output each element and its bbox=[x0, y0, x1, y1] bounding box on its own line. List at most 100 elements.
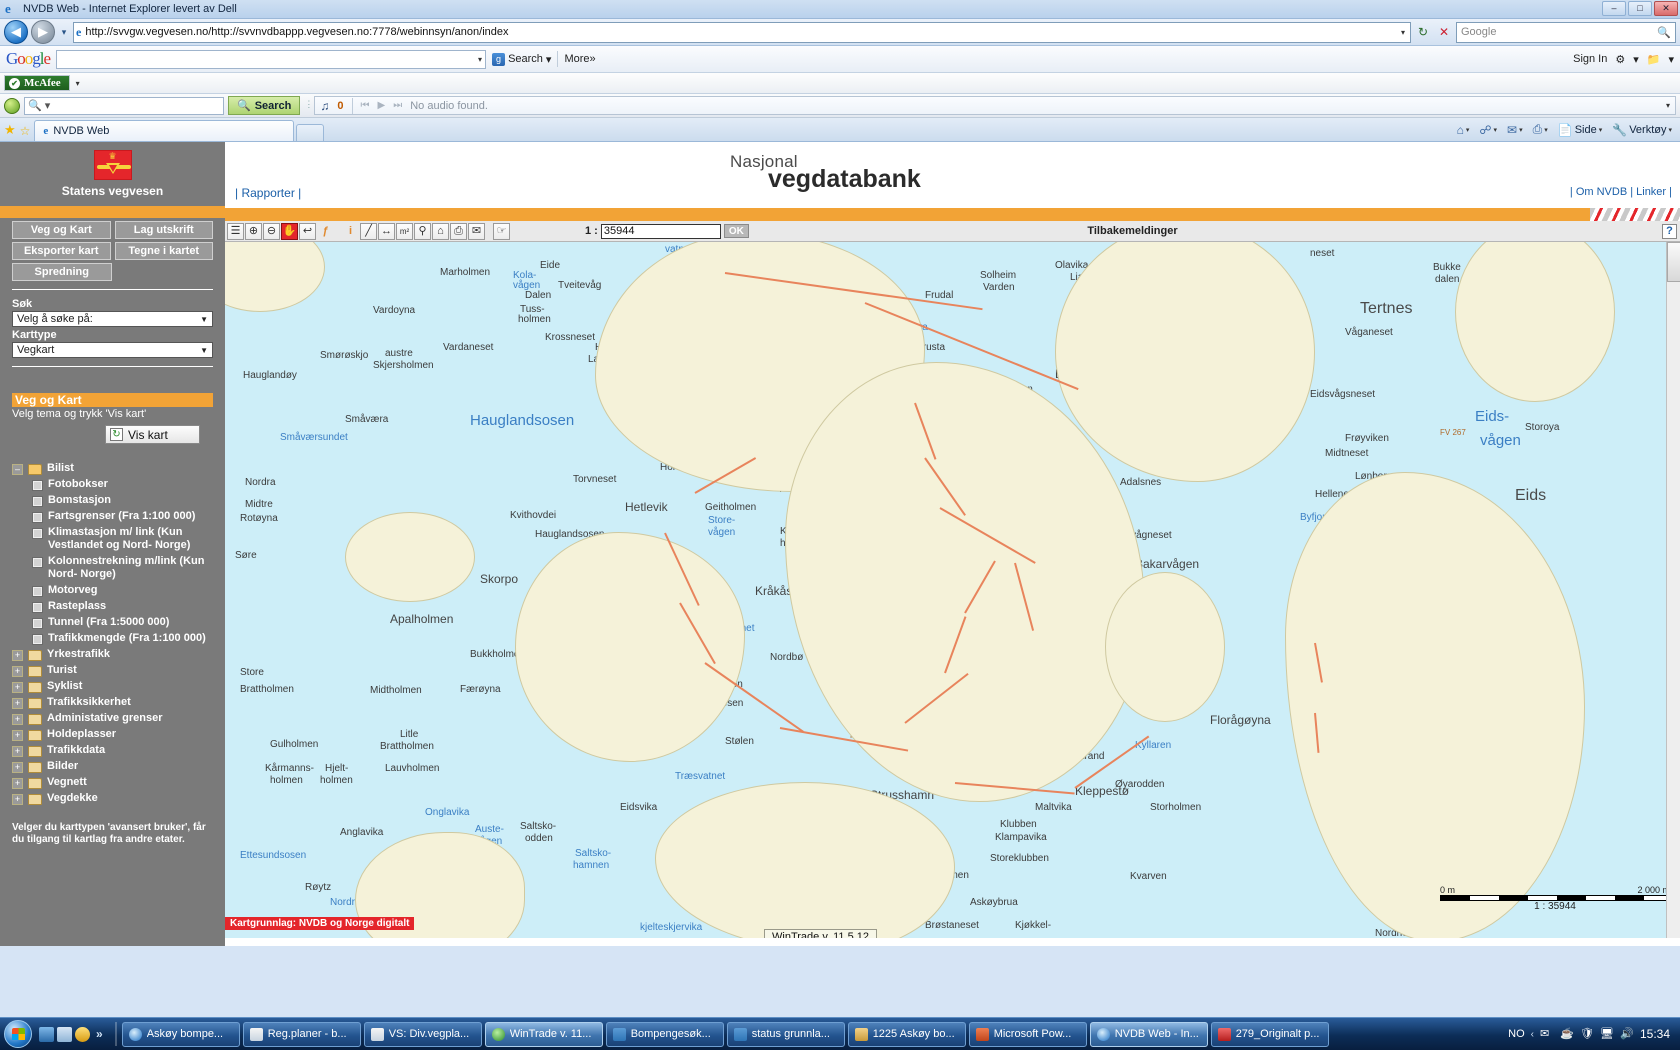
tree-expander-icon[interactable]: + bbox=[12, 762, 23, 773]
stop-button[interactable]: ✕ bbox=[1435, 22, 1453, 42]
chevron-down-icon[interactable]: ▾ bbox=[1494, 126, 1498, 134]
tree-expander-icon[interactable]: + bbox=[12, 698, 23, 709]
mail-tray-icon[interactable]: ✉ bbox=[1540, 1027, 1554, 1041]
header-links[interactable]: | Om NVDB | Linker | bbox=[1570, 186, 1672, 198]
pan-icon[interactable]: ✋ bbox=[281, 222, 298, 240]
google-extra-icon[interactable]: 📁 bbox=[1647, 53, 1661, 66]
taskbar-item[interactable]: Reg.planer - b... bbox=[242, 1021, 361, 1047]
taskbar-item[interactable]: Askøy bompe... bbox=[121, 1021, 240, 1047]
layer-checkbox[interactable] bbox=[32, 634, 43, 645]
draw-line-icon[interactable]: ╱ bbox=[360, 222, 377, 240]
java-tray-icon[interactable]: ☕ bbox=[1560, 1027, 1574, 1041]
mail-icon[interactable]: ✉ bbox=[468, 222, 485, 240]
home-icon[interactable]: ⌂ bbox=[432, 222, 449, 240]
chevron-down-icon[interactable]: ▾ bbox=[1599, 126, 1603, 134]
quicklaunch-icon-1[interactable] bbox=[39, 1026, 54, 1042]
gear-icon[interactable]: ⚙ bbox=[1615, 53, 1625, 66]
mcafee-logo-button[interactable]: ✔ McAfee bbox=[4, 75, 70, 91]
close-button[interactable]: ✕ bbox=[1654, 1, 1678, 16]
start-button[interactable] bbox=[4, 1020, 32, 1048]
rapporter-link[interactable]: | Rapporter | bbox=[235, 186, 301, 200]
back-extent-icon[interactable]: ↩ bbox=[299, 222, 316, 240]
next-track-icon[interactable]: ⏭ bbox=[393, 100, 402, 111]
quicklaunch-overflow-icon[interactable]: » bbox=[93, 1027, 106, 1041]
back-button[interactable]: ◀ bbox=[4, 20, 28, 44]
tree-item-yrkestrafikk[interactable]: + Yrkestrafikk bbox=[12, 648, 221, 661]
map-canvas[interactable]: StengataVåganesettornaTertnesÅstveitvika… bbox=[225, 242, 1680, 938]
forward-button[interactable]: ▶ bbox=[31, 20, 55, 44]
lag-utskrift-button[interactable]: Lag utskrift bbox=[114, 221, 213, 239]
tree-item-vegdekke[interactable]: + Vegdekke bbox=[12, 792, 221, 805]
quicklaunch-icon-3[interactable] bbox=[75, 1026, 90, 1042]
tree-item-bomstasjon[interactable]: Bomstasjon bbox=[32, 494, 221, 507]
search-icon[interactable]: 🔍 bbox=[1657, 26, 1671, 39]
chevron-down-icon[interactable]: ▾ bbox=[1544, 126, 1548, 134]
sign-in-button[interactable]: Sign In bbox=[1573, 53, 1607, 65]
chevron-down-icon[interactable]: ▾ bbox=[1519, 126, 1523, 134]
tree-item-klimastasjon-m-link-kun-vestlandet-og-nord-norge[interactable]: Klimastasjon m/ link (Kun Vestlandet og … bbox=[32, 526, 221, 552]
feedback-label[interactable]: Tilbakemeldinger bbox=[1087, 225, 1177, 237]
toolbar-search-button[interactable]: 🔍 Search bbox=[228, 96, 301, 115]
taskbar-item[interactable]: NVDB Web - In... bbox=[1089, 1021, 1208, 1047]
search-select[interactable]: Velg å søke på: ▼ bbox=[12, 311, 213, 327]
chevron-down-icon[interactable]: ▾ bbox=[1466, 126, 1470, 134]
google-search-input[interactable]: ▾ bbox=[56, 49, 487, 69]
browser-search-input[interactable]: Google 🔍 bbox=[1456, 21, 1676, 43]
favorites-icon[interactable]: ★ bbox=[4, 122, 16, 138]
layer-checkbox[interactable] bbox=[32, 602, 43, 613]
tree-expander-icon[interactable]: + bbox=[12, 794, 23, 805]
tree-expander-icon[interactable]: + bbox=[12, 714, 23, 725]
taskbar-item[interactable]: 1225 Askøy bo... bbox=[847, 1021, 966, 1047]
taskbar-item[interactable]: status grunnla... bbox=[726, 1021, 845, 1047]
taskbar-item[interactable]: 279_Originalt p... bbox=[1210, 1021, 1329, 1047]
toolbar-orb-icon[interactable] bbox=[4, 97, 20, 114]
spredning-button[interactable]: Spredning bbox=[12, 263, 112, 281]
chevron-down-icon[interactable]: ▼ bbox=[200, 346, 208, 355]
zoom-in-icon[interactable]: ⊕ bbox=[245, 222, 262, 240]
volume-tray-icon[interactable]: 🔊 bbox=[1620, 1027, 1634, 1041]
tools-menu-button[interactable]: 🔧 Verktøy ▾ bbox=[1608, 120, 1676, 139]
refresh-button[interactable]: ↻ bbox=[1414, 22, 1432, 42]
language-indicator[interactable]: NO bbox=[1508, 1028, 1525, 1040]
scale-ok-button[interactable]: OK bbox=[723, 224, 749, 238]
minimize-button[interactable]: – bbox=[1602, 1, 1626, 16]
url-dropdown-icon[interactable]: ▾ bbox=[1398, 28, 1408, 37]
scrollbar-thumb[interactable] bbox=[1667, 242, 1680, 282]
taskbar-clock[interactable]: 15:34 bbox=[1640, 1027, 1670, 1041]
chevron-down-icon[interactable]: ▾ bbox=[1668, 126, 1672, 134]
map-scrollbar-vertical[interactable] bbox=[1666, 242, 1680, 938]
taskbar-item[interactable]: Microsoft Pow... bbox=[968, 1021, 1087, 1047]
veg-og-kart-button[interactable]: Veg og Kart bbox=[12, 221, 111, 239]
tree-item-vegnett[interactable]: + Vegnett bbox=[12, 776, 221, 789]
taskbar-item[interactable]: Bompengesøk... bbox=[605, 1021, 724, 1047]
scale-input[interactable]: 35944 bbox=[600, 223, 721, 239]
tree-expander-icon[interactable]: + bbox=[12, 778, 23, 789]
chevron-down-icon[interactable]: ▾ bbox=[1668, 53, 1674, 66]
help-button[interactable]: ? bbox=[1662, 223, 1677, 239]
tree-expander-icon[interactable]: + bbox=[12, 730, 23, 741]
legend-icon[interactable]: ☰ bbox=[227, 222, 244, 240]
tree-item-turist[interactable]: + Turist bbox=[12, 664, 221, 677]
home-button[interactable]: ⌂ ▾ bbox=[1453, 120, 1474, 139]
maptype-select[interactable]: Vegkart ▼ bbox=[12, 342, 213, 358]
chevron-down-icon[interactable]: ▼ bbox=[200, 315, 208, 324]
tree-item-fotobokser[interactable]: Fotobokser bbox=[32, 478, 221, 491]
mcafee-tray-icon[interactable]: 🛡 bbox=[1580, 1027, 1594, 1041]
tree-expander-icon[interactable]: + bbox=[12, 746, 23, 757]
layer-checkbox[interactable] bbox=[32, 480, 43, 491]
chevron-down-icon[interactable]: ▾ bbox=[1666, 101, 1670, 110]
toolbar-search-input[interactable]: 🔍 ▾ bbox=[24, 96, 224, 115]
tree-item-rasteplass[interactable]: Rasteplass bbox=[32, 600, 221, 613]
select-icon[interactable]: ☞ bbox=[493, 222, 510, 240]
play-icon[interactable]: ▶ bbox=[378, 100, 386, 111]
google-search-button[interactable]: g Search ▾ bbox=[492, 52, 551, 66]
tree-expander-icon[interactable]: + bbox=[12, 666, 23, 677]
toolbar-grip-handle[interactable]: ⋮ bbox=[304, 99, 313, 113]
measure-area-icon[interactable]: m² bbox=[396, 222, 413, 240]
quicklaunch-icon-2[interactable] bbox=[57, 1026, 72, 1042]
network-tray-icon[interactable]: 🖥 bbox=[1600, 1027, 1614, 1041]
mail-button[interactable]: ✉ ▾ bbox=[1503, 120, 1527, 139]
tree-item-trafikkmengde-fra-1-100-000[interactable]: Trafikkmengde (Fra 1:100 000) bbox=[32, 632, 221, 645]
tree-item-bilder[interactable]: + Bilder bbox=[12, 760, 221, 773]
layer-checkbox[interactable] bbox=[32, 557, 43, 568]
